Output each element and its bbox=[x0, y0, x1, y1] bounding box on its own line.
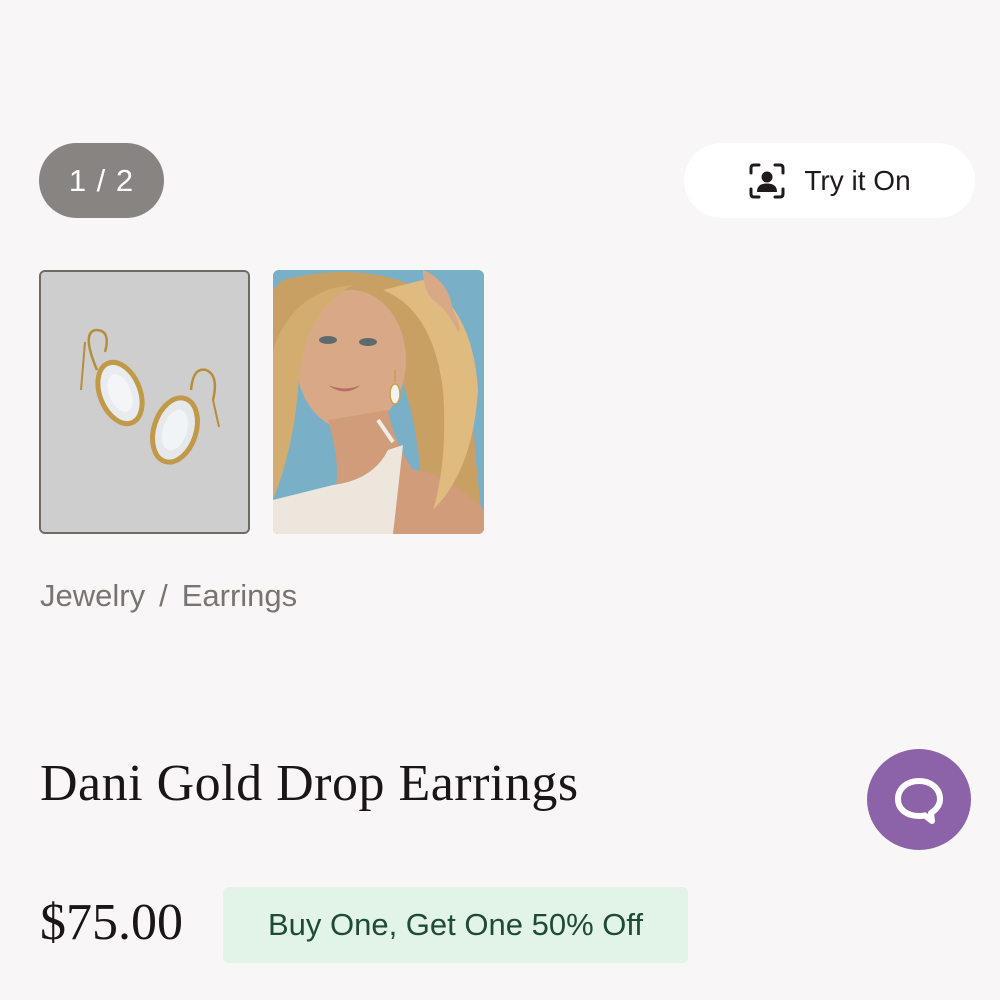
chat-bubble-icon bbox=[891, 772, 947, 828]
breadcrumb-item-jewelry[interactable]: Jewelry bbox=[40, 578, 145, 614]
image-counter: 1 / 2 bbox=[39, 143, 164, 218]
breadcrumb-item-earrings[interactable]: Earrings bbox=[182, 578, 297, 614]
promo-badge: Buy One, Get One 50% Off bbox=[223, 887, 688, 963]
product-price: $75.00 bbox=[40, 894, 183, 951]
breadcrumb: Jewelry / Earrings bbox=[40, 578, 297, 614]
breadcrumb-separator: / bbox=[159, 578, 168, 613]
product-title: Dani Gold Drop Earrings bbox=[40, 755, 579, 812]
thumbnail-earrings-product[interactable] bbox=[39, 270, 250, 534]
earrings-product-image bbox=[41, 272, 248, 532]
model-wearing-earrings-image bbox=[273, 270, 484, 534]
face-scan-icon bbox=[748, 162, 786, 200]
try-it-on-button[interactable]: Try it On bbox=[684, 143, 975, 218]
try-it-on-label: Try it On bbox=[804, 164, 911, 196]
chat-button[interactable] bbox=[867, 749, 971, 850]
thumbnail-model-wearing-earrings[interactable] bbox=[273, 270, 484, 534]
